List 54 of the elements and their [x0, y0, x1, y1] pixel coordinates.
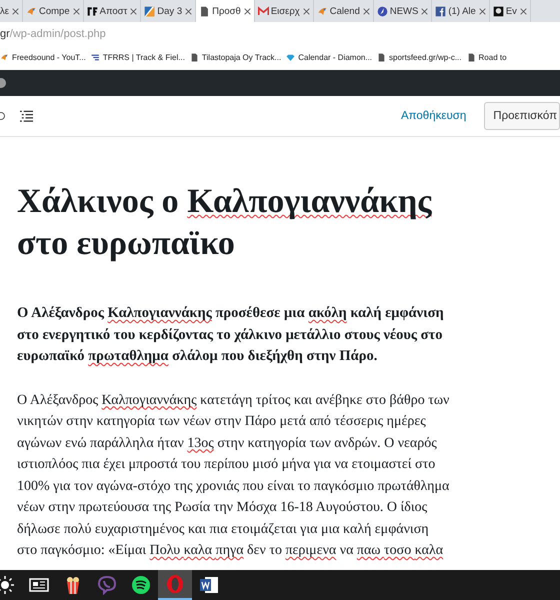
phone-bubble-icon [97, 575, 117, 595]
close-icon[interactable] [421, 8, 428, 14]
close-icon[interactable] [362, 8, 370, 14]
browser-tab[interactable]: (1) Ale [432, 0, 490, 22]
close-icon[interactable] [130, 8, 138, 14]
browser-tab[interactable]: Αποστ [84, 0, 142, 22]
url-host: gr [0, 28, 10, 40]
browser-tab[interactable]: Εισερχ [254, 0, 314, 22]
browser-tab[interactable]: Ev [490, 0, 531, 22]
close-icon[interactable] [478, 8, 486, 14]
bookmark-link[interactable]: TFRRS | Track & Fiel... [102, 52, 185, 62]
sun-icon [0, 575, 15, 595]
close-icon[interactable] [520, 8, 527, 14]
document-icon [190, 52, 199, 62]
lines-icon [90, 52, 100, 62]
document-icon [199, 6, 210, 16]
bookmark-link[interactable]: Calendar - Diamon... [298, 52, 372, 62]
document-icon [377, 52, 386, 62]
bookmark-link[interactable]: sportsfeed.gr/wp-c... [389, 52, 462, 62]
paragraph[interactable]: Ο Αλέξανδρος Καλπογιαννάκης προσέθεσε μια ακόλη καλή εμφάνιση στο ενεργητικό του κερδίζοντας το χάλκινο μετάλλιο στους νέους στο ευρωπαϊκό πρωταθλημα σλάλομ που διεξήχθη στην Πάρο. [17, 303, 543, 368]
url-path: /wp-admin/post.php [10, 28, 106, 40]
spotify-icon [131, 575, 151, 595]
facebook-icon [435, 6, 446, 16]
browser-tab[interactable]: NEWS [374, 0, 432, 22]
bird-icon [26, 6, 37, 16]
post-title[interactable]: Χάλκινος ο Καλπογιαννάκης στο ευρωπαϊκο [17, 181, 543, 265]
mail-icon [258, 6, 269, 16]
bird-icon [316, 6, 328, 16]
document-icon [466, 52, 476, 62]
bookmark-link[interactable]: Tilastopaja Oy Track... [202, 52, 282, 62]
save-link[interactable]: Αποθήκευση [400, 110, 466, 122]
globe-icon [376, 6, 388, 16]
browser-tab[interactable]: Calend [314, 0, 374, 22]
paragraph[interactable]: Ο Αλέξανδρος Καλπογιαννάκης κατετάγη τρίτος και ανέβηκε στο βάθρο των νικητών στην κατηγορία των νέων στην Πάρο μετά από τέσσερις ημέρες αγώνων ενώ παράλληλα ήταν 13ος στην κατηγορία των ανδρών. Ο νεαρός ιστιοπλόος πια έχει μπροστά του περίπου μισό μήνα για να ετοιμαστεί στο 100% για τον αγώνα-στόχο της χρονιάς που είναι το παγκόσμιο πρωτάθλημα νέων στην πρωτεύουσα της Ρωσία την Μόσχα 16-18 Αυγούστου. Ο ίδιος δήλωσε πολύ ευχαριστημένος και πια ετοιμάζεται για μια καλή εμφάνιση στο παγκόσμιο: «Είμαι Πολυ καλα πηγα δεν το περιμενα να παω τοσο καλα [17, 390, 543, 562]
diamond-icon [286, 52, 296, 62]
close-icon[interactable] [302, 8, 310, 14]
bookmark-link[interactable]: Road to [478, 52, 507, 62]
close-icon[interactable] [185, 8, 192, 14]
close-icon[interactable] [72, 8, 80, 14]
preview-button[interactable]: Προεπισκόπ [484, 102, 560, 130]
opera-icon [165, 574, 185, 594]
browser-tab[interactable]: Προσθ [196, 0, 255, 22]
sf-logo-icon [86, 6, 98, 16]
browser-tab[interactable]: λε [0, 0, 23, 22]
close-icon[interactable] [12, 8, 19, 14]
outline-icon[interactable] [20, 110, 33, 122]
address-bar[interactable]: gr/wp-admin/post.php [0, 22, 560, 46]
bird-icon [0, 52, 9, 62]
flag-icon [144, 6, 156, 16]
browser-tab[interactable]: Compe [23, 0, 84, 22]
photo-icon [492, 6, 504, 16]
close-icon[interactable] [244, 8, 251, 14]
word-icon [199, 575, 219, 595]
bookmark-link[interactable]: Freedsound - YouT... [12, 52, 86, 62]
